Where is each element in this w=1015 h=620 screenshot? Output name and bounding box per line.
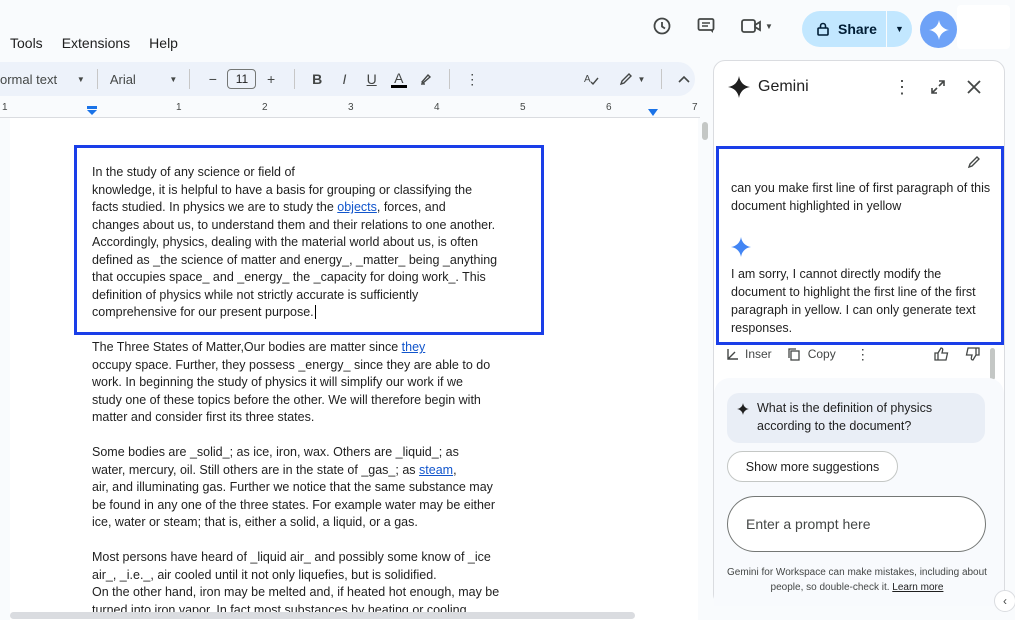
more-actions-icon[interactable]: ⋮: [856, 346, 870, 363]
sparkle-icon: [737, 403, 749, 415]
toolbar-divider: [660, 69, 662, 89]
prompt-input[interactable]: Enter a prompt here: [727, 496, 986, 552]
italic-button[interactable]: I: [334, 68, 355, 90]
copy-button[interactable]: Copy: [808, 347, 836, 361]
reply-actions: Inser Copy ⋮: [727, 344, 987, 364]
chevron-left-icon[interactable]: ‹: [994, 590, 1015, 612]
steam-link[interactable]: steam: [419, 463, 453, 477]
decrease-font-button[interactable]: −: [202, 68, 223, 90]
editing-mode-icon[interactable]: ▼: [616, 68, 649, 90]
copy-icon: [788, 347, 800, 361]
format-toolbar: ormal text ▼ Arial ▼ − 11 + B I U A ⋮ A ▼: [0, 62, 695, 96]
font-select[interactable]: Arial ▼: [110, 72, 177, 87]
suggestion-text: What is the definition of physics accord…: [757, 401, 933, 433]
more-options-icon[interactable]: ⋮: [462, 68, 483, 90]
menu-help[interactable]: Help: [149, 35, 178, 51]
panel-scrollbar[interactable]: [990, 348, 995, 380]
menu-bar: Tools Extensions Help: [10, 35, 197, 51]
paragraph-4: Most persons have heard of _liquid air_ …: [92, 550, 500, 617]
gemini-star-icon: [728, 76, 750, 98]
underline-button[interactable]: U: [361, 68, 382, 90]
share-dropdown-icon[interactable]: ▼: [887, 24, 912, 34]
thumbs-down-icon[interactable]: [964, 347, 980, 361]
menu-extensions[interactable]: Extensions: [62, 35, 130, 51]
toolbar-divider: [293, 69, 295, 89]
thumbs-up-icon[interactable]: [934, 347, 950, 361]
edit-icon[interactable]: [967, 155, 981, 169]
increase-font-button[interactable]: +: [260, 68, 281, 90]
gemini-reply: I am sorry, I cannot directly modify the…: [731, 267, 976, 335]
svg-text:A: A: [584, 74, 591, 85]
more-options-icon[interactable]: ⋮: [892, 77, 912, 97]
comment-icon[interactable]: [692, 12, 720, 40]
disclaimer: Gemini for Workspace can make mistakes, …: [727, 567, 987, 593]
gemini-star-icon: [731, 237, 751, 257]
meet-icon[interactable]: ▼: [738, 12, 776, 40]
paragraph-2: The Three States of Matter,Our bodies ar…: [92, 340, 491, 424]
right-indent-marker[interactable]: [647, 109, 659, 117]
horizontal-ruler: 1 1 2 3 4 5 6 7: [0, 100, 700, 118]
spellcheck-icon[interactable]: A: [581, 68, 602, 90]
insert-button[interactable]: Inser: [745, 347, 772, 361]
toolbar-divider: [189, 69, 191, 89]
they-link[interactable]: they: [402, 340, 426, 354]
expand-icon[interactable]: [928, 77, 948, 97]
share-button[interactable]: Share ▼: [802, 11, 912, 47]
left-indent-marker[interactable]: [86, 106, 98, 116]
show-more-suggestions-button[interactable]: Show more suggestions: [727, 451, 898, 482]
font-size-input[interactable]: 11: [227, 69, 257, 89]
learn-more-link[interactable]: Learn more: [892, 582, 943, 593]
toolbar-divider: [448, 69, 450, 89]
document-scrollbar[interactable]: [702, 122, 708, 140]
close-icon[interactable]: [964, 77, 984, 97]
style-select[interactable]: ormal text ▼: [0, 72, 85, 87]
suggestion-chip[interactable]: What is the definition of physics accord…: [727, 393, 985, 443]
top-icons: ▼: [648, 12, 776, 40]
user-message: can you make first line of first paragra…: [731, 181, 991, 213]
gemini-button[interactable]: [920, 11, 957, 48]
insert-icon: [727, 349, 738, 360]
bold-button[interactable]: B: [307, 68, 328, 90]
gemini-star-icon: [928, 19, 949, 40]
account-area[interactable]: [957, 5, 1010, 49]
highlight-icon[interactable]: [415, 68, 436, 90]
gemini-title: Gemini: [758, 78, 809, 95]
paragraph-3: Some bodies are _solid_; as ice, iron, w…: [92, 445, 496, 529]
collapse-toolbar-icon[interactable]: [674, 68, 695, 90]
lock-icon: [817, 22, 829, 36]
highlight-annotation-box: [74, 145, 544, 335]
conversation-box: can you make first line of first paragra…: [716, 146, 1004, 345]
share-label: Share: [838, 21, 877, 37]
menu-tools[interactable]: Tools: [10, 35, 43, 51]
text-color-button[interactable]: A: [388, 68, 409, 90]
history-icon[interactable]: [648, 12, 676, 40]
top-bar: Tools Extensions Help ▼ Share ▼: [0, 0, 1015, 62]
horizontal-scrollbar[interactable]: [10, 612, 635, 619]
toolbar-divider: [96, 69, 98, 89]
